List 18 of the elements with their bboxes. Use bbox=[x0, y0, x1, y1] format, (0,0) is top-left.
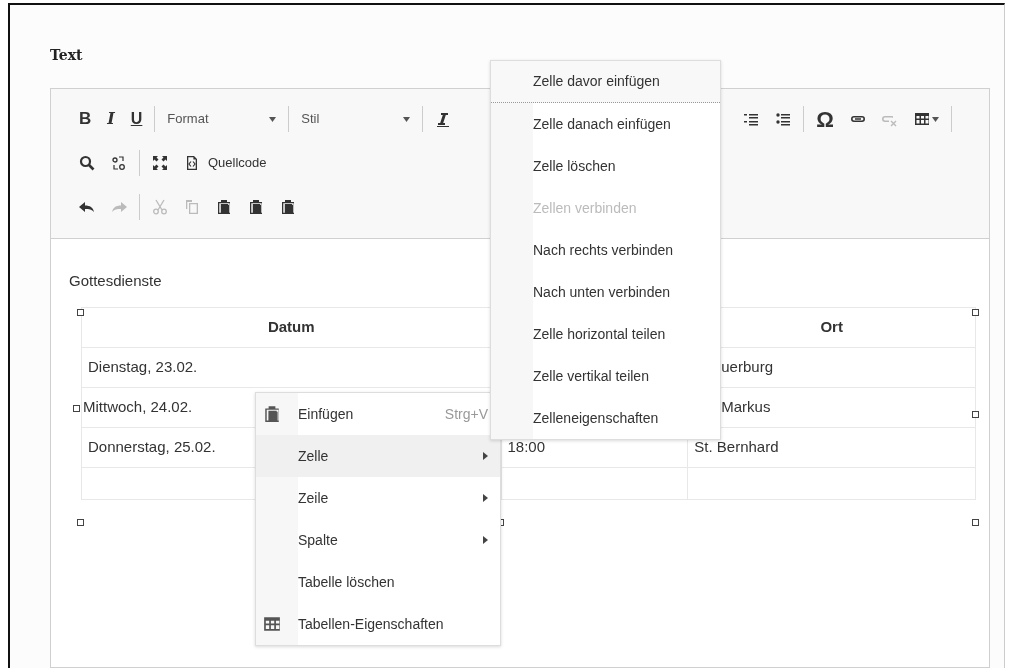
menu-item[interactable]: Zelle davor einfügen bbox=[491, 61, 720, 103]
menu-item[interactable]: Zelle bbox=[256, 435, 500, 477]
menu-item[interactable]: Zelle löschen bbox=[491, 145, 720, 187]
heading-text: Gottesdienste bbox=[69, 271, 162, 291]
bold-button[interactable]: B bbox=[71, 104, 100, 134]
menu-item[interactable]: Tabelle löschen bbox=[256, 561, 500, 603]
menu-item[interactable]: Zelle danach einfügen bbox=[491, 103, 720, 145]
style-dropdown[interactable]: Stil bbox=[293, 104, 419, 134]
menu-item[interactable]: Nach rechts verbinden bbox=[491, 229, 720, 271]
menu-item[interactable]: Spalte bbox=[256, 519, 500, 561]
italic-button[interactable]: I bbox=[99, 104, 123, 134]
field-label: Text bbox=[50, 46, 84, 65]
source-code-button[interactable]: Quellcode bbox=[176, 148, 275, 178]
special-character-button[interactable]: Ω bbox=[808, 104, 842, 134]
underline-button[interactable]: U bbox=[122, 104, 151, 134]
menu-item[interactable]: Zeile bbox=[256, 477, 500, 519]
style-dropdown[interactable]: Format bbox=[159, 104, 285, 134]
menu-item[interactable]: Tabellen-Eigenschaften bbox=[256, 603, 500, 645]
